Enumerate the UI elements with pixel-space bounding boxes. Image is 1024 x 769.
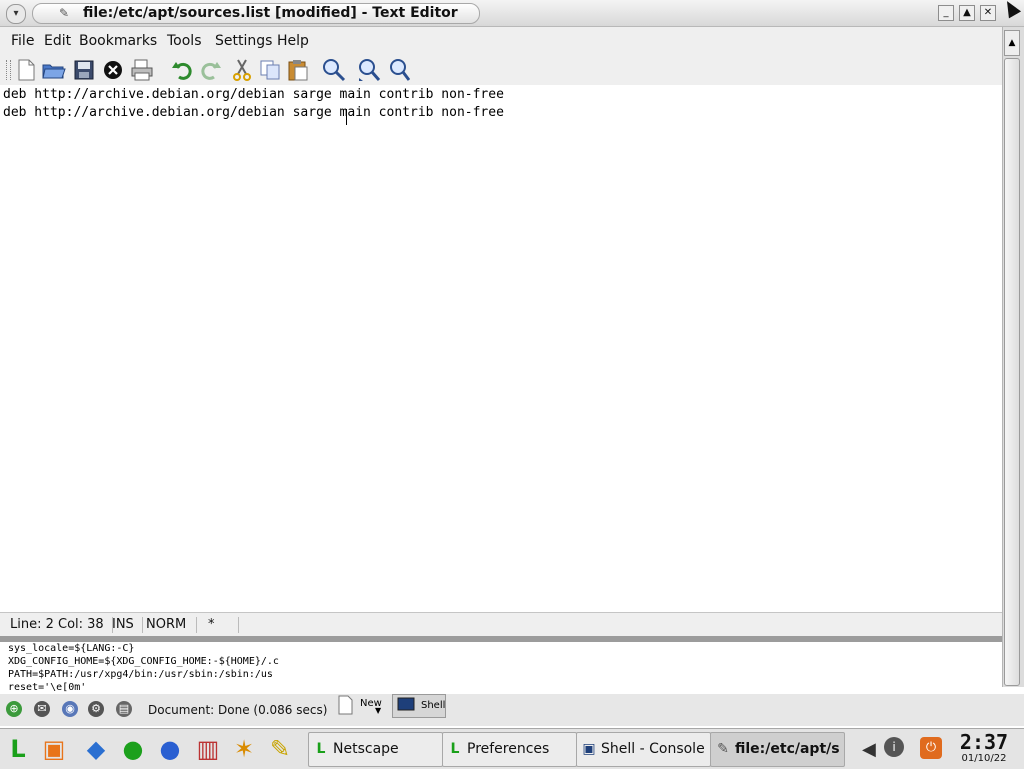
start-menu-icon[interactable]: L <box>2 732 34 766</box>
task-netscape[interactable]: L Netscape <box>308 732 443 767</box>
blank-panel <box>322 642 1002 694</box>
task-shell-console[interactable]: ▣ Shell - Console <box>576 732 711 767</box>
menu-settings[interactable]: Settings <box>215 33 272 49</box>
new-icon[interactable] <box>14 58 38 82</box>
scrollbar-thumb[interactable] <box>1004 58 1020 686</box>
terminal-line: reset='\e[0m' <box>8 682 87 693</box>
menu-file[interactable]: File <box>11 33 34 49</box>
task-preferences[interactable]: L Preferences <box>442 732 577 767</box>
undo-icon[interactable] <box>170 58 194 82</box>
toolbar-grip[interactable] <box>6 60 11 80</box>
find-previous-icon[interactable] <box>386 58 410 82</box>
settings-icon[interactable]: ⚙ <box>88 701 104 717</box>
pen-icon: ✎ <box>59 6 70 20</box>
dropdown-arrow-icon: ▼ <box>375 706 382 715</box>
new-document-icon <box>338 695 353 715</box>
terminal-line: XDG_CONFIG_HOME=${XDG_CONFIG_HOME:-${HOM… <box>8 656 279 667</box>
modified-indicator: * <box>208 617 239 633</box>
minimize-button[interactable]: _ <box>938 5 954 21</box>
task-label: file:/etc/apt/s <box>735 741 840 757</box>
find-icon[interactable] <box>322 58 346 82</box>
browser-status-message: Document: Done (0.086 secs) <box>148 703 328 717</box>
insert-mode[interactable]: INS <box>112 617 143 633</box>
maximize-icon: ▲ <box>963 7 971 18</box>
preferences-icon: L <box>450 741 460 757</box>
clock-date: 01/10/22 <box>961 753 1007 764</box>
mail-icon[interactable]: ✉ <box>34 701 50 717</box>
title-pill: ✎ file:/etc/apt/sources.list [modified] … <box>32 3 480 24</box>
cut-icon[interactable] <box>230 58 254 82</box>
taskbar: L ▣ ◆ ● ● ▥ ✶ ✎ L Netscape L Preferences ▣… <box>0 728 1024 769</box>
scroll-up-button[interactable]: ▲ <box>1004 30 1020 56</box>
terminal-line: PATH=$PATH:/usr/xpg4/bin:/usr/sbin:/sbin… <box>8 669 273 680</box>
copy-icon[interactable] <box>258 58 282 82</box>
cube-icon[interactable]: ◆ <box>80 732 112 766</box>
close-doc-icon[interactable] <box>101 58 125 82</box>
redo-icon[interactable] <box>199 58 223 82</box>
window-title: file:/etc/apt/sources.list [modified] - … <box>83 5 458 21</box>
menu-bookmarks[interactable]: Bookmarks <box>79 33 157 49</box>
volume-icon[interactable]: ◀ <box>862 739 876 760</box>
menu-help[interactable]: Help <box>277 33 309 49</box>
run-icon[interactable]: ● <box>117 732 149 766</box>
clock[interactable]: 2:37 01/10/22 <box>958 731 1010 767</box>
status-bar: Line: 2 Col: 38 INS NORM * <box>0 612 1002 637</box>
globe-icon[interactable]: ● <box>154 732 186 766</box>
scroll-up-icon: ▲ <box>1008 38 1016 48</box>
close-button[interactable]: ✕ <box>980 5 996 21</box>
maximize-button[interactable]: ▲ <box>959 5 975 21</box>
toolbox-icon[interactable]: ▥ <box>192 732 224 766</box>
editor-line-1[interactable]: deb http://archive.debian.org/debian sar… <box>3 86 504 104</box>
panel-row: ⊕ ✉ ◉ ⚙ ▤ Document: Done (0.086 secs) Ne… <box>0 694 1024 726</box>
save-icon[interactable] <box>72 58 96 82</box>
editor-icon[interactable]: ▤ <box>116 701 132 717</box>
netscape-icon: L <box>316 741 326 757</box>
close-icon: ✕ <box>983 7 993 18</box>
shell-button-label: Shell <box>421 700 446 711</box>
runner-icon[interactable]: ✶ <box>228 732 260 766</box>
cursor-position: Line: 2 Col: 38 <box>10 617 113 633</box>
network-icon[interactable]: ⊕ <box>6 701 22 717</box>
text-caret <box>346 109 347 125</box>
menu-tools[interactable]: Tools <box>167 33 202 49</box>
task-label: Preferences <box>467 741 550 757</box>
task-text-editor[interactable]: ✎ file:/etc/apt/s <box>710 732 845 767</box>
info-icon[interactable]: i <box>884 737 904 757</box>
minimize-icon: _ <box>943 7 949 18</box>
browser-icon[interactable]: ◉ <box>62 701 78 717</box>
toolbar <box>0 55 1002 85</box>
pen-icon: ✎ <box>717 741 729 757</box>
editor-line-2[interactable]: deb http://archive.debian.org/debian sar… <box>3 104 504 122</box>
window-menu-button[interactable]: ▾ <box>6 4 26 24</box>
menu-bar: File Edit Bookmarks Tools Settings Help <box>0 27 1002 55</box>
editor-area[interactable]: deb http://archive.debian.org/debian sar… <box>0 86 1002 612</box>
monitor-icon <box>397 697 415 711</box>
paste-icon[interactable] <box>286 58 310 82</box>
task-label: Shell - Console <box>601 741 705 757</box>
chevron-down-icon: ▾ <box>13 8 19 19</box>
new-button[interactable]: New ▼ <box>338 694 384 716</box>
title-bar: ▾ ✎ file:/etc/apt/sources.list [modified… <box>0 0 1024 27</box>
clock-time: 2:37 <box>959 730 1009 754</box>
selection-mode[interactable]: NORM <box>146 617 197 633</box>
paintbrush-icon[interactable]: ✎ <box>264 732 296 766</box>
power-icon[interactable]: ⏻ <box>920 737 942 759</box>
terminal-line: sys_locale=${LANG:-C} <box>8 643 135 654</box>
find-next-icon[interactable] <box>357 58 381 82</box>
menu-edit[interactable]: Edit <box>44 33 71 49</box>
lifebuoy-icon[interactable]: ▣ <box>38 732 70 766</box>
open-icon[interactable] <box>42 58 66 82</box>
task-label: Netscape <box>333 741 399 757</box>
embedded-terminal[interactable]: sys_locale=${LANG:-C} XDG_CONFIG_HOME=${… <box>0 642 323 694</box>
print-icon[interactable] <box>130 58 154 82</box>
monitor-icon: ▣ <box>582 741 596 757</box>
shell-button[interactable]: Shell <box>392 694 446 718</box>
